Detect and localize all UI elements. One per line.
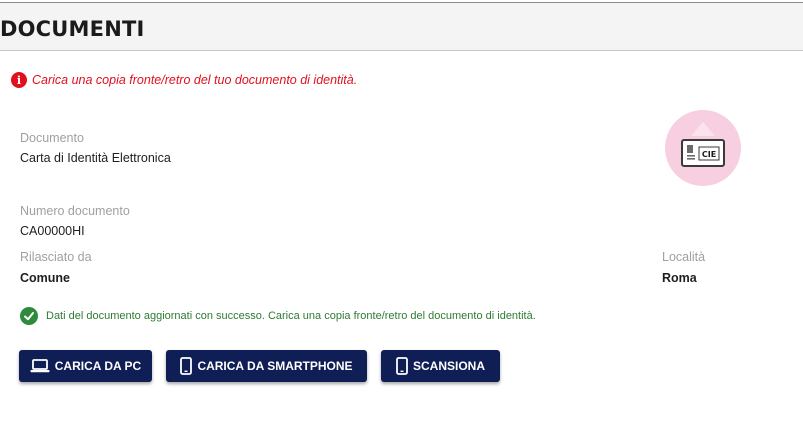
laptop-icon xyxy=(30,359,50,373)
id-card-icon: CIE xyxy=(681,122,725,167)
document-type-label: Documento xyxy=(20,131,84,145)
document-type-value: Carta di Identità Elettronica xyxy=(20,151,171,165)
issuer-value: Comune xyxy=(20,271,70,285)
upload-from-smartphone-label: CARICA DA SMARTPHONE xyxy=(197,359,353,373)
place-value: Roma xyxy=(662,271,697,285)
smartphone-icon xyxy=(180,357,193,375)
id-card-badge: CIE xyxy=(665,110,741,186)
update-success-message: Dati del documento aggiornati con succes… xyxy=(20,306,536,326)
check-circle-icon xyxy=(20,307,38,325)
place-label: Località xyxy=(662,250,706,264)
id-card-badge-text: CIE xyxy=(702,150,716,159)
upload-warning-text: Carica una copia fronte/retro del tuo do… xyxy=(32,73,358,87)
upload-from-pc-button[interactable]: CARICA DA PC xyxy=(19,350,152,382)
update-success-text: Dati del documento aggiornati con succes… xyxy=(46,310,536,322)
smartphone-icon xyxy=(396,357,408,375)
upload-warning: i Carica una copia fronte/retro del tuo … xyxy=(11,72,357,88)
upload-from-pc-label: CARICA DA PC xyxy=(54,359,142,373)
scan-button[interactable]: SCANSIONA xyxy=(381,350,500,382)
info-circle-icon: i xyxy=(11,72,27,88)
page-title: DOCUMENTI xyxy=(0,17,145,41)
document-number-value: CA00000HI xyxy=(20,224,85,238)
issuer-label: Rilasciato da xyxy=(20,250,92,264)
upload-from-smartphone-button[interactable]: CARICA DA SMARTPHONE xyxy=(166,350,367,382)
page-header: DOCUMENTI xyxy=(0,3,803,51)
scan-label: SCANSIONA xyxy=(412,359,485,373)
documents-page: DOCUMENTI i Carica una copia fronte/retr… xyxy=(0,0,803,422)
document-number-label: Numero documento xyxy=(20,204,130,218)
